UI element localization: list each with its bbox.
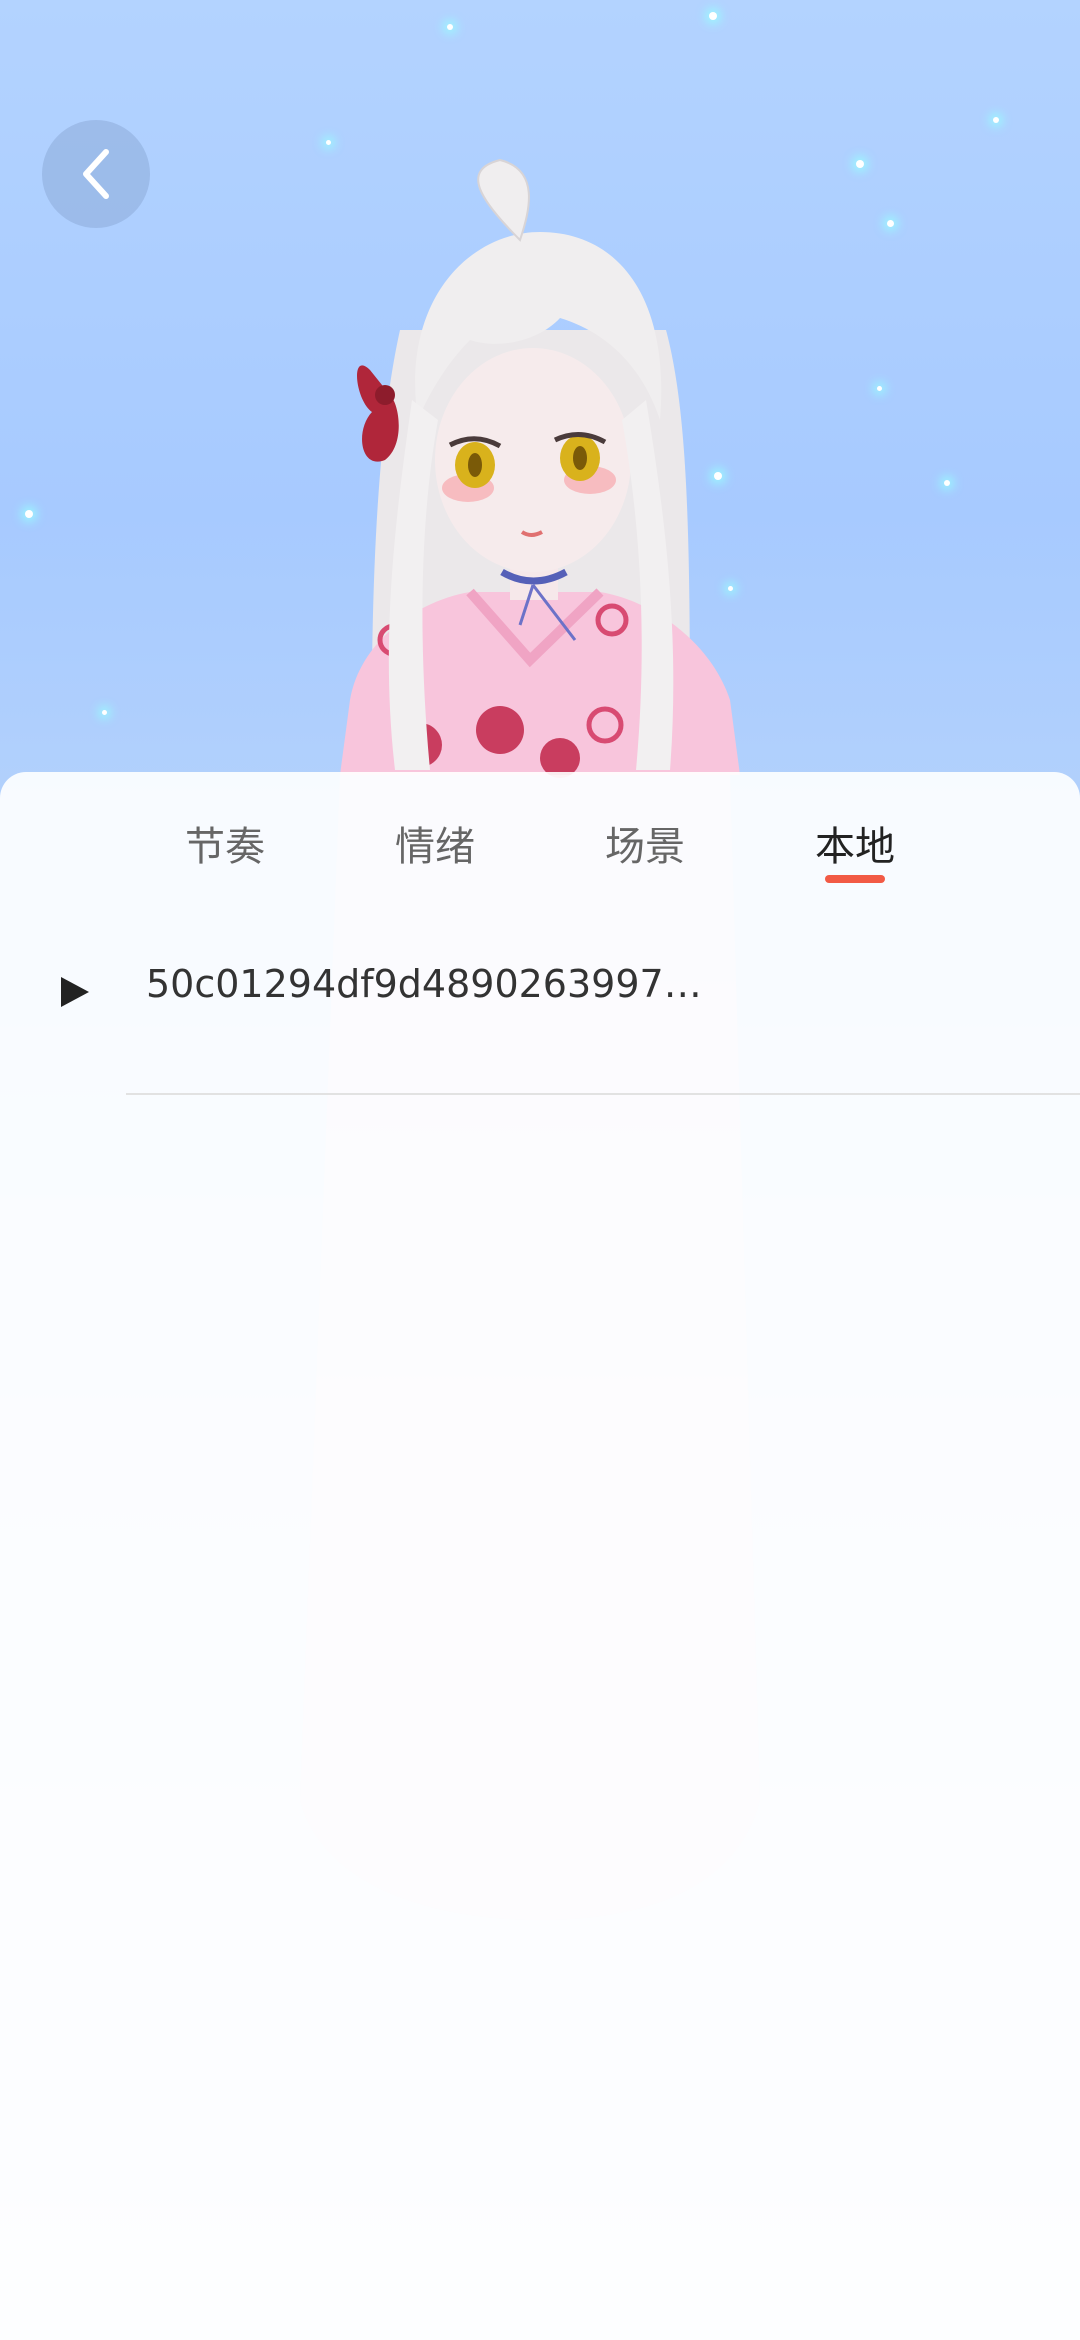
list-item[interactable]: 50c01294df9d4890263997… bbox=[0, 922, 1080, 1065]
track-title: 50c01294df9d4890263997… bbox=[146, 962, 702, 1006]
tab-rhythm[interactable]: 节奏 bbox=[155, 814, 295, 894]
back-button[interactable] bbox=[42, 120, 150, 228]
music-panel: 节奏 情绪 场景 本地 50c01294df9d4890263997… bbox=[0, 772, 1080, 2340]
list-divider bbox=[126, 1093, 1080, 1095]
active-tab-indicator bbox=[825, 875, 885, 883]
play-icon[interactable] bbox=[58, 974, 92, 1010]
tab-emotion[interactable]: 情绪 bbox=[365, 814, 505, 894]
tab-scene[interactable]: 场景 bbox=[575, 814, 715, 894]
chevron-left-icon bbox=[83, 149, 109, 199]
category-tabs: 节奏 情绪 场景 本地 bbox=[0, 772, 1080, 902]
